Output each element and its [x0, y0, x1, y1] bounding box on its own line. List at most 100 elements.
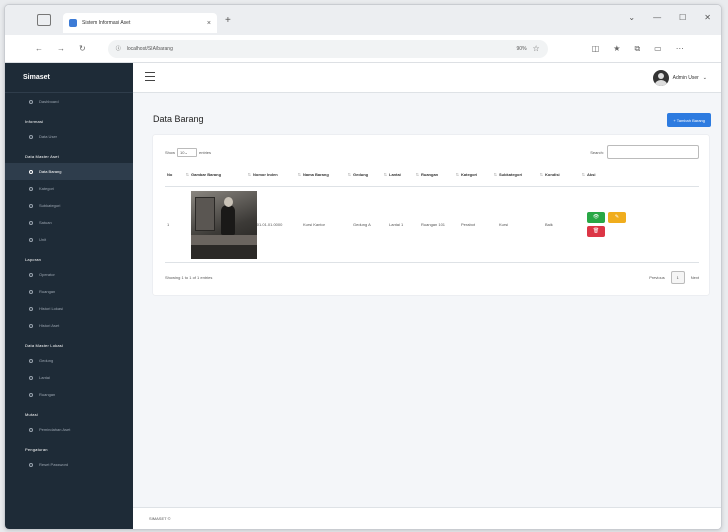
- forward-icon[interactable]: →: [57, 44, 65, 53]
- table-cell-nomor-inden: A.01.01.01.0000: [253, 222, 283, 227]
- sidebar-item-label: Operator: [39, 272, 55, 277]
- bookmark-star-icon[interactable]: ☆: [533, 44, 540, 53]
- sidebar-item[interactable]: Ruangan: [5, 386, 133, 403]
- footer: SIMASET ©: [133, 507, 721, 529]
- sidebar-item[interactable]: Subkategori: [5, 197, 133, 214]
- entries-label: entries: [199, 150, 212, 155]
- search-area: Search:: [590, 145, 699, 159]
- sidebar-item-label: Pemindahan Aset: [39, 427, 71, 432]
- table-controls: Show 10 ⌄ entries Search:: [165, 145, 699, 159]
- sidebar-item[interactable]: Satuan: [5, 214, 133, 231]
- nav-section-header: Pengaturan: [25, 447, 48, 452]
- new-tab-icon[interactable]: +: [225, 15, 231, 26]
- page-info-icon[interactable]: ⓘ: [116, 45, 121, 52]
- sidebar-item[interactable]: Gedung: [5, 352, 133, 369]
- chevron-down-icon[interactable]: ⌄: [628, 13, 635, 22]
- table-row: 1 A.01.01.01.0000 Kursi Kantor Gedung A Lant…: [165, 187, 699, 263]
- view-button[interactable]: 👁: [587, 212, 605, 223]
- next-page-button[interactable]: Next: [691, 275, 699, 280]
- nav-section-header: Data Master Lokasi: [25, 343, 64, 348]
- browser-tab[interactable]: Sistem Informasi Aset ×: [63, 13, 217, 33]
- close-window-icon[interactable]: ✕: [704, 13, 711, 22]
- app-container: Simaset Dashboard Informasi Data User Data …: [5, 63, 721, 529]
- column-header[interactable]: Kategori ⇅: [459, 172, 497, 177]
- split-screen-icon[interactable]: ◫: [592, 44, 600, 54]
- tab-switcher-icon[interactable]: [37, 14, 51, 26]
- sidebar-item[interactable]: Ruangan: [5, 283, 133, 300]
- column-header-label: Subkategori: [499, 172, 523, 177]
- table-cell-kategori: Perabot: [461, 222, 476, 227]
- reload-icon[interactable]: ↻: [79, 44, 86, 53]
- column-header[interactable]: Lantai ⇅: [387, 172, 419, 177]
- back-icon[interactable]: ←: [35, 44, 43, 53]
- sidebar-item[interactable]: Pemindahan Aset: [5, 421, 133, 438]
- minimize-icon[interactable]: —: [653, 13, 661, 22]
- table-cell-no: 1: [167, 222, 170, 227]
- collections-icon[interactable]: ▭: [654, 44, 662, 54]
- column-header-label: No: [167, 172, 173, 177]
- close-tab-icon[interactable]: ×: [207, 20, 211, 27]
- delete-button[interactable]: 🗑: [587, 226, 605, 237]
- sidebar-item[interactable]: Histori Aset: [5, 317, 133, 334]
- nav-section-header: Laporan: [25, 257, 42, 262]
- column-header[interactable]: Ruangan ⇅: [419, 172, 459, 177]
- column-header-label: Aksi: [587, 172, 596, 177]
- search-input[interactable]: [607, 145, 699, 159]
- url-field[interactable]: ⓘ localhost/SIA/barang 90% ☆: [107, 39, 548, 58]
- browser-window: Sistem Informasi Aset × + ⌄ — ☐ ✕ ← → ↻ …: [4, 4, 722, 530]
- window-controls: ⌄ — ☐ ✕: [628, 13, 711, 22]
- sidebar-item[interactable]: Data Barang: [5, 163, 133, 180]
- previous-page-button[interactable]: Previous: [649, 275, 665, 280]
- circle-icon: [29, 134, 33, 139]
- nav-section-header: Data Master Aset: [25, 154, 59, 159]
- table-header: No ⇅ Gambar Barang ⇅ Nomor Inden ⇅ Nama Barang…: [165, 163, 699, 187]
- sidebar-item[interactable]: Data User: [5, 128, 133, 145]
- sidebar-item-label: Dashboard: [39, 99, 59, 104]
- sidebar-item-label: Reset Password: [39, 462, 69, 467]
- table-cell-ruangan: Ruangan 101: [421, 222, 446, 227]
- more-menu-icon[interactable]: ⋯: [676, 44, 684, 54]
- show-label: Show: [165, 150, 176, 155]
- table-cell-kondisi: Baik: [545, 222, 553, 227]
- column-header-label: Nama Barang: [303, 172, 329, 177]
- page-number-button[interactable]: 1: [670, 271, 685, 284]
- entries-select[interactable]: 10 ⌄: [177, 148, 198, 157]
- user-menu[interactable]: Admin User ⌄: [652, 70, 707, 86]
- sidebar-item[interactable]: Histori Lokasi: [5, 300, 133, 317]
- column-header[interactable]: Gedung ⇅: [351, 172, 387, 177]
- table-cell-subkategori: Kursi: [499, 222, 509, 227]
- column-header[interactable]: Aksi: [585, 172, 633, 177]
- sidebar-item[interactable]: Reset Password: [5, 456, 133, 473]
- circle-icon: [29, 462, 33, 467]
- favorites-icon[interactable]: ★: [613, 44, 620, 54]
- sidebar-item[interactable]: Dashboard: [5, 93, 133, 110]
- column-header[interactable]: Kondisi ⇅: [543, 172, 585, 177]
- maximize-icon[interactable]: ☐: [679, 13, 686, 22]
- item-photo[interactable]: [191, 190, 257, 259]
- column-header-label: Nomor Inden: [253, 172, 278, 177]
- add-item-button[interactable]: + Tambah Barang: [667, 113, 711, 127]
- sidebar-item-label: Ruangan: [39, 289, 56, 294]
- sidebar-item[interactable]: Kategori: [5, 180, 133, 197]
- column-header[interactable]: Nomor Inden ⇅: [251, 172, 301, 177]
- sidebar-item[interactable]: Operator: [5, 266, 133, 283]
- sidebar-item[interactable]: Lantai: [5, 369, 133, 386]
- extensions-icon[interactable]: ⧉: [634, 44, 640, 54]
- column-header-label: Ruangan: [421, 172, 439, 177]
- hamburger-menu-icon[interactable]: [145, 72, 155, 84]
- brand-logo[interactable]: Simaset: [5, 63, 133, 93]
- edit-button[interactable]: ✎: [608, 212, 626, 223]
- column-header[interactable]: Gambar Barang ⇅: [189, 172, 251, 177]
- column-header[interactable]: Nama Barang ⇅: [301, 172, 351, 177]
- column-header[interactable]: Subkategori ⇅: [497, 172, 543, 177]
- sidebar-item-label: Gedung: [39, 358, 54, 363]
- column-header[interactable]: No ⇅: [165, 172, 189, 177]
- circle-icon: [29, 272, 33, 277]
- address-bar: ← → ↻ ⓘ localhost/SIA/barang 90% ☆ ◫ ★ ⧉…: [5, 35, 721, 63]
- zoom-level[interactable]: 90%: [517, 46, 527, 52]
- data-table: No ⇅ Gambar Barang ⇅ Nomor Inden ⇅ Nama Barang…: [165, 163, 699, 263]
- table-cell-nama-barang: Kursi Kantor: [303, 222, 326, 227]
- sidebar-item[interactable]: Unit: [5, 231, 133, 248]
- sidebar-item-label: Data Barang: [39, 169, 62, 174]
- item-image-cell: [189, 190, 257, 259]
